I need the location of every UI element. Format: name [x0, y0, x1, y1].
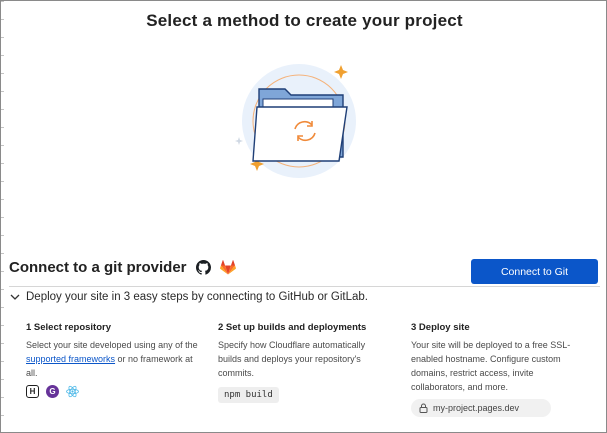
supported-frameworks-link[interactable]: supported frameworks [26, 354, 115, 364]
step-title: 3 Deploy site [411, 322, 470, 333]
react-icon [66, 385, 79, 398]
gitlab-icon[interactable] [220, 259, 237, 276]
step-description: Select your site developed using any of … [26, 340, 198, 378]
step-title: 2 Set up builds and deployments [218, 322, 367, 333]
divider [9, 286, 600, 287]
deploy-text: Deploy your site in 3 easy steps by conn… [26, 291, 368, 303]
step-description: Specify how Cloudflare automatically bui… [218, 340, 366, 378]
domain-chip: my-project.pages.dev [411, 399, 551, 417]
hugo-icon: H [26, 385, 39, 398]
provider-header: Connect to a git provider [9, 259, 237, 276]
deploy-collapsible[interactable]: Deploy your site in 3 easy steps by conn… [10, 291, 368, 303]
framework-icons: H G [26, 385, 79, 398]
build-command-chip: npm build [218, 387, 279, 403]
provider-title: Connect to a git provider [9, 259, 187, 276]
step-deploy-site: 3 Deploy site Your site will be deployed… [411, 322, 581, 394]
chevron-down-icon [10, 294, 20, 300]
window-edge [1, 1, 4, 433]
domain-text: my-project.pages.dev [433, 403, 520, 413]
page-frame: Select a method to create your project C… [0, 0, 607, 433]
gatsby-icon: G [46, 385, 59, 398]
step-set-up-builds: 2 Set up builds and deployments Specify … [218, 322, 388, 380]
connect-to-git-button[interactable]: Connect to Git [471, 259, 598, 284]
step-title: 1 Select repository [26, 322, 112, 333]
folder-illustration [229, 59, 369, 179]
github-icon[interactable] [195, 259, 212, 276]
page-title: Select a method to create your project [146, 11, 463, 30]
step-select-repository: 1 Select repository Select your site dev… [26, 322, 206, 380]
lock-icon [419, 403, 428, 413]
step-description: Your site will be deployed to a free SSL… [411, 340, 571, 392]
